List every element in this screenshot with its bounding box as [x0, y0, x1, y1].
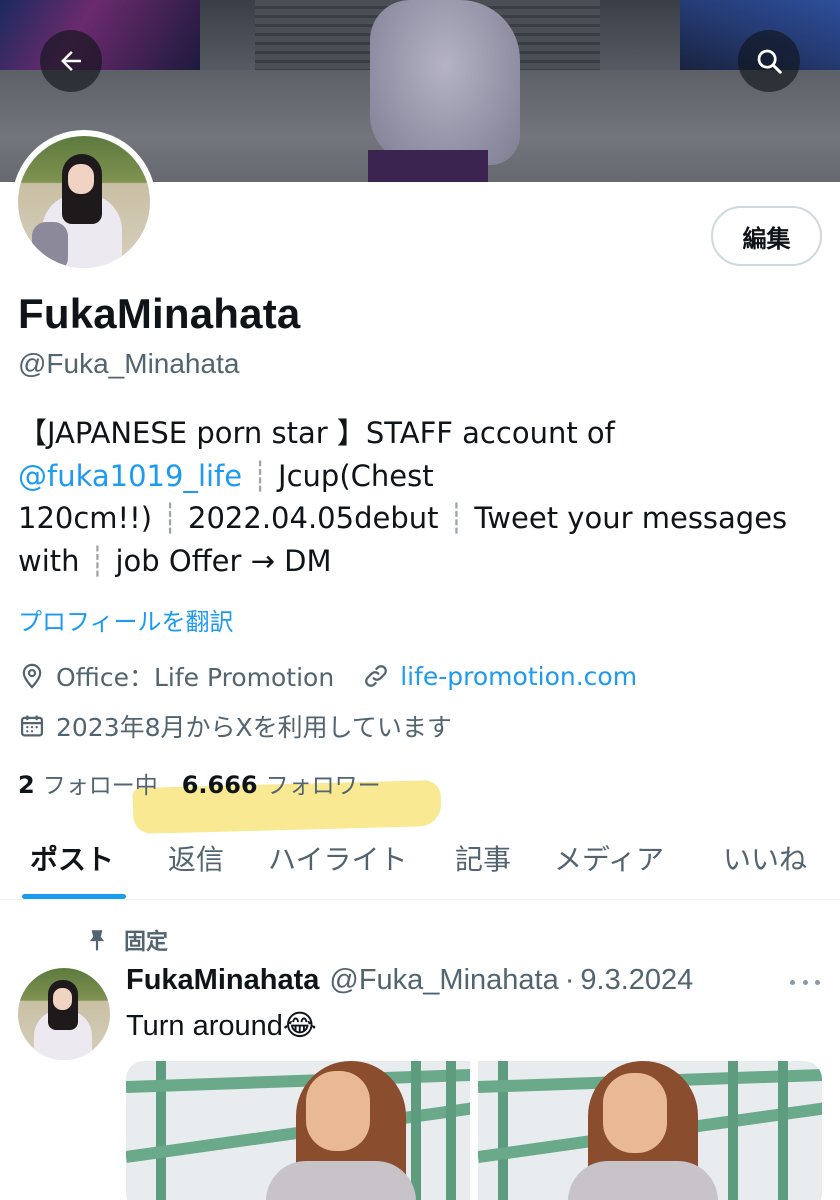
avatar-coat: [32, 222, 68, 268]
search-icon: [757, 49, 782, 74]
link-icon: [362, 661, 392, 691]
arrow-left-icon: [61, 51, 81, 71]
pinned-label: 固定: [124, 930, 169, 955]
bio-line-2: @fuka1019_life ┊ Jcup(Chest: [18, 455, 798, 498]
bio-line-4: with ┊ job Offer → DM: [18, 540, 798, 583]
post-author-avatar[interactable]: [18, 968, 110, 1060]
bio-separator: ┊: [161, 501, 179, 535]
followers-stat[interactable]: 6.666 フォロワー: [182, 766, 381, 800]
location-text: Office：Life Promotion: [56, 663, 335, 692]
banner-person: [370, 0, 520, 165]
tab-media[interactable]: メディア: [554, 838, 664, 878]
profile-bio: 【JAPANESE porn star 】STAFF account of @f…: [18, 412, 798, 582]
post-separator: ·: [564, 964, 575, 996]
bio-text: with: [18, 543, 80, 578]
railing-post: [411, 1061, 421, 1200]
following-label: フォロー中: [42, 773, 158, 799]
photo-shirt: [568, 1161, 718, 1200]
profile-avatar-frame[interactable]: [12, 130, 156, 274]
bio-text: Tweet your messages: [474, 501, 788, 535]
bio-separator: ┊: [88, 543, 107, 578]
bio-text: 2022.04.05debut: [188, 501, 439, 535]
profile-tabs: ポスト 返信 ハイライト 記事 メディア いいね: [0, 826, 840, 900]
more-dots-icon[interactable]: [790, 972, 820, 992]
post-text: Turn around😂: [126, 1010, 317, 1042]
translate-profile-link[interactable]: プロフィールを翻訳: [18, 602, 234, 637]
tab-likes[interactable]: いいね: [723, 838, 807, 878]
post-image-1[interactable]: [126, 1061, 470, 1200]
joined-text: 2023年8月からXを利用しています: [56, 713, 452, 742]
following-count: 2: [18, 771, 35, 799]
post-media[interactable]: [126, 1061, 822, 1200]
calendar-icon: [18, 711, 48, 741]
bio-line-1: 【JAPANESE porn star 】STAFF account of: [18, 416, 615, 450]
back-button[interactable]: [40, 30, 102, 92]
bio-line-3: 120cm!!) ┊ 2022.04.05debut ┊ Tweet your …: [18, 497, 798, 540]
profile-meta-joined-row: 2023年8月からXを利用しています: [18, 708, 452, 744]
search-button[interactable]: [738, 30, 800, 92]
website-link[interactable]: life-promotion.com: [400, 662, 637, 691]
profile-meta-location-row: Office：Life Promotion life-promotion.com: [18, 658, 637, 694]
banner-person-skirt: [368, 150, 488, 182]
user-handle: @Fuka_Minahata: [18, 348, 240, 379]
bio-text: 120cm!!): [18, 501, 153, 535]
location-pin-icon: [18, 661, 48, 691]
railing-post: [728, 1061, 738, 1200]
tab-posts[interactable]: ポスト: [30, 838, 114, 878]
railing-post: [778, 1061, 788, 1200]
tab-highlights[interactable]: ハイライト: [268, 838, 407, 878]
post-header: FukaMinahata @Fuka_Minahata · 9.3.2024: [126, 964, 693, 997]
bio-separator: ┊: [447, 501, 466, 535]
post-image-2[interactable]: [478, 1061, 822, 1200]
post-author-name[interactable]: FukaMinahata: [126, 964, 319, 997]
bio-text: Jcup(Chest: [278, 458, 434, 493]
avatar-face: [68, 164, 94, 194]
post-author-handle[interactable]: @Fuka_Minahata: [329, 964, 558, 997]
following-stat[interactable]: 2 フォロー中: [18, 766, 158, 800]
more-dot: [790, 979, 795, 985]
photo-shirt: [266, 1161, 416, 1200]
bio-separator: ┊: [251, 458, 269, 493]
tab-articles[interactable]: 記事: [455, 838, 511, 878]
followers-label: フォロワー: [265, 773, 381, 799]
photo-face: [603, 1073, 667, 1153]
railing-post: [446, 1061, 456, 1200]
display-name: FukaMinahata: [18, 290, 301, 337]
photo-face: [306, 1071, 370, 1151]
edit-profile-button[interactable]: 編集: [711, 206, 822, 266]
post-date[interactable]: 9.3.2024: [580, 964, 693, 997]
bio-text: job Offer → DM: [115, 543, 332, 578]
bio-mention-link[interactable]: @fuka1019_life: [18, 459, 242, 493]
avatar[interactable]: [18, 136, 150, 268]
active-tab-indicator: [22, 894, 126, 899]
tab-replies[interactable]: 返信: [168, 838, 224, 878]
pinned-indicator: 固定: [84, 924, 168, 956]
avatar-face: [53, 988, 72, 1010]
followers-count: 6.666: [181, 771, 258, 799]
more-dot: [815, 979, 820, 985]
pin-icon: [84, 926, 112, 954]
more-dot: [802, 979, 808, 985]
follow-stats: 2 フォロー中 6.666 フォロワー: [18, 766, 381, 800]
